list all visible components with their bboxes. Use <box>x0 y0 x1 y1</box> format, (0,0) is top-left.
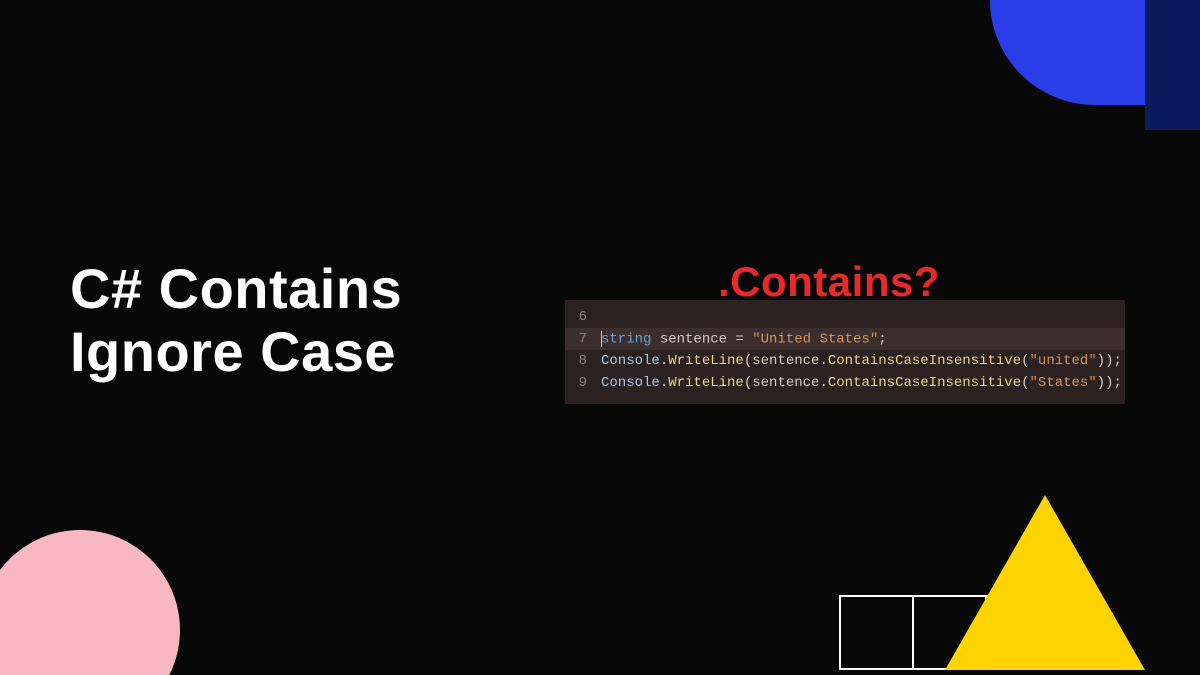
code-token: . <box>660 353 668 369</box>
page-title: C# Contains Ignore Case <box>70 258 402 383</box>
code-token: ( <box>744 375 752 391</box>
code-token: )); <box>1097 353 1122 369</box>
code-token: "States" <box>1030 375 1097 391</box>
code-line: 7string sentence = "United States"; <box>565 328 1125 350</box>
code-token: string <box>601 331 651 347</box>
code-token: Console <box>601 375 660 391</box>
line-number: 9 <box>565 375 601 391</box>
code-token: ( <box>1021 375 1029 391</box>
yellow-triangle <box>945 495 1145 670</box>
line-number: 8 <box>565 353 601 369</box>
code-token: . <box>660 375 668 391</box>
code-token: WriteLine <box>668 375 744 391</box>
code-token: )); <box>1097 375 1122 391</box>
code-token: Console <box>601 353 660 369</box>
code-token: ContainsCaseInsensitive <box>828 375 1021 391</box>
navy-corner-square <box>1145 0 1200 130</box>
code-token: . <box>819 375 827 391</box>
code-token: . <box>819 353 827 369</box>
code-token: = <box>735 331 752 347</box>
code-token: sentence <box>752 353 819 369</box>
title-line-2: Ignore Case <box>70 321 402 384</box>
code-token: ContainsCaseInsensitive <box>828 353 1021 369</box>
code-line: 8Console.WriteLine(sentence.ContainsCase… <box>565 350 1125 372</box>
line-number: 7 <box>565 331 601 347</box>
code-block: 67string sentence = "United States";8Con… <box>565 300 1125 404</box>
code-token: sentence <box>651 331 735 347</box>
line-number: 6 <box>565 309 601 325</box>
code-token: ; <box>878 331 886 347</box>
code-content: Console.WriteLine(sentence.ContainsCaseI… <box>601 353 1122 369</box>
code-content: Console.WriteLine(sentence.ContainsCaseI… <box>601 375 1122 391</box>
code-token: WriteLine <box>668 353 744 369</box>
pink-circle <box>0 530 180 675</box>
contains-question-label: .Contains? <box>718 258 940 306</box>
code-token: ( <box>744 353 752 369</box>
code-content: string sentence = "United States"; <box>601 331 887 348</box>
code-token: "United States" <box>752 331 878 347</box>
code-line: 9Console.WriteLine(sentence.ContainsCase… <box>565 372 1125 394</box>
code-line: 6 <box>565 306 1125 328</box>
code-token: sentence <box>752 375 819 391</box>
code-token: "united" <box>1030 353 1097 369</box>
grid-square <box>839 595 914 670</box>
code-token: ( <box>1021 353 1029 369</box>
title-line-1: C# Contains <box>70 258 402 321</box>
